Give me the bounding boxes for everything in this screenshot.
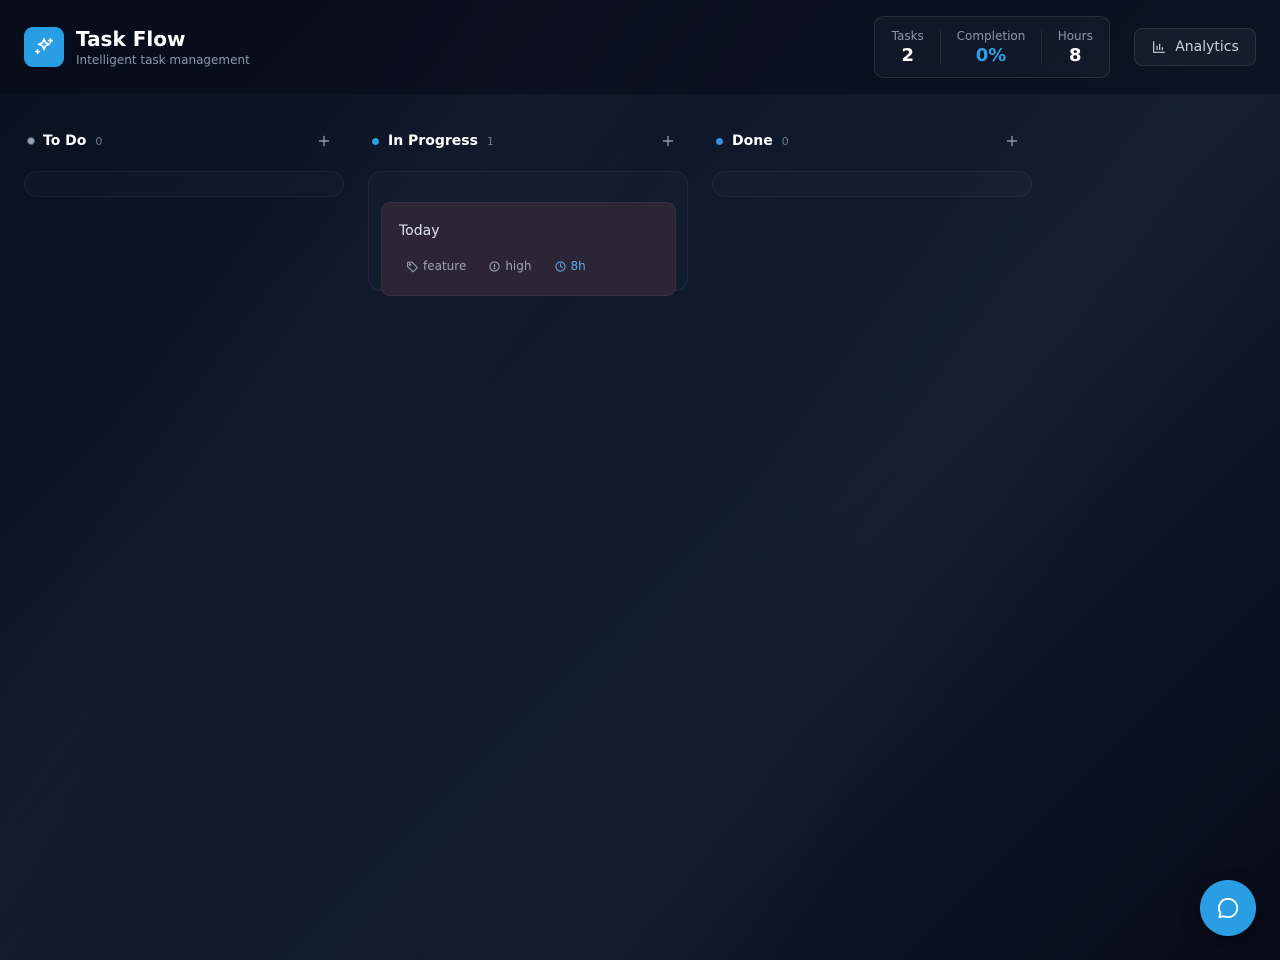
column-dropzone[interactable]: Today feature high 8h <box>368 171 688 296</box>
tag-icon <box>407 261 418 272</box>
column-header: In Progress 1 <box>368 128 688 154</box>
add-task-button[interactable] <box>314 131 334 151</box>
app-title: Task Flow <box>76 27 186 51</box>
stat-hours: Hours 8 <box>1042 29 1109 66</box>
column-todo: To Do 0 <box>24 128 344 197</box>
stat-label: Completion <box>956 28 1026 43</box>
column-dropzone[interactable] <box>712 171 1032 197</box>
add-task-button[interactable] <box>1002 131 1022 151</box>
task-hours-label: 8h <box>570 259 586 273</box>
task-tag-label: feature <box>423 259 467 273</box>
analytics-button[interactable]: Analytics <box>1134 28 1256 66</box>
app-subtitle: Intelligent task management <box>76 53 250 67</box>
app-logo <box>24 27 64 67</box>
chat-bubble-icon <box>1218 897 1239 919</box>
column-dropzone[interactable] <box>24 171 344 197</box>
plus-icon <box>318 135 330 147</box>
column-header: To Do 0 <box>24 128 344 154</box>
column-header: Done 0 <box>712 128 1032 154</box>
chat-button[interactable] <box>1200 880 1256 936</box>
task-card[interactable]: Today feature high 8h <box>381 202 676 296</box>
stats-panel: Tasks 2 Completion 0% Hours 8 <box>874 16 1110 78</box>
plus-icon <box>662 135 674 147</box>
sparkles-icon <box>34 37 54 55</box>
task-hours: 8h <box>554 259 586 273</box>
stat-tasks: Tasks 2 <box>875 29 940 66</box>
stat-completion: Completion 0% <box>941 29 1040 66</box>
column-count: 1 <box>486 134 494 148</box>
priority-icon <box>489 260 500 272</box>
column-title: Done <box>732 133 773 149</box>
column-in-progress: In Progress 1 Today feature high 8h <box>368 128 688 296</box>
task-tag: feature <box>406 259 466 273</box>
task-title: Today <box>399 223 440 239</box>
task-priority-label: high <box>505 259 532 273</box>
stat-value: 0% <box>975 44 1007 66</box>
column-count: 0 <box>781 134 789 148</box>
column-count: 0 <box>95 134 103 148</box>
stat-value: 2 <box>901 44 914 66</box>
task-priority: high <box>488 259 532 273</box>
column-title: To Do <box>43 133 87 149</box>
column-status-dot <box>716 137 723 145</box>
stat-label: Tasks <box>891 28 924 43</box>
add-task-button[interactable] <box>658 131 678 151</box>
analytics-button-label: Analytics <box>1175 39 1239 55</box>
column-status-dot <box>372 137 379 145</box>
task-meta: feature high 8h <box>406 259 608 273</box>
bar-chart-icon <box>1153 41 1166 53</box>
plus-icon <box>1006 135 1018 147</box>
app-header: Task Flow Intelligent task management Ta… <box>0 0 1280 95</box>
stat-value: 8 <box>1069 44 1082 66</box>
column-done: Done 0 <box>712 128 1032 197</box>
column-status-dot <box>28 138 34 144</box>
column-title: In Progress <box>388 133 478 149</box>
clock-icon <box>554 260 566 272</box>
stat-label: Hours <box>1057 28 1093 43</box>
